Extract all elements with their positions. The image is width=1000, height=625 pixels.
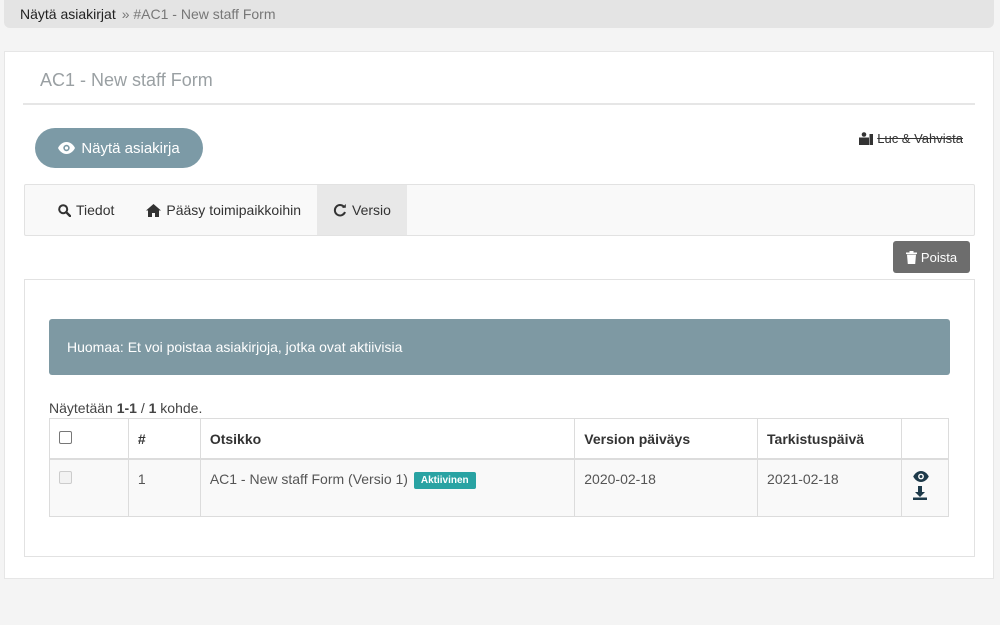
results-summary: Näytetään 1-1 / 1 kohde. [49, 400, 202, 416]
view-document-button[interactable]: Näytä asiakirja [35, 128, 203, 168]
table-row: 1 AC1 - New staff Form (Versio 1) Aktiiv… [49, 458, 950, 517]
notice-alert: Huomaa: Et voi poistaa asiakirjoja, jotk… [49, 319, 950, 375]
tab-versio-label: Versio [352, 202, 391, 218]
summary-separator: / [136, 400, 149, 416]
page-title: AC1 - New staff Form [40, 70, 213, 90]
trash-icon [905, 250, 917, 264]
tab-versio[interactable]: Versio [317, 185, 407, 235]
eye-icon [58, 142, 76, 154]
column-header-number[interactable]: # [127, 418, 201, 460]
column-header-actions [900, 418, 950, 460]
tab-tiedot[interactable]: Tiedot [25, 185, 130, 235]
breadcrumb: Näytä asiakirjat » #AC1 - New staff Form [4, 0, 994, 28]
search-icon [58, 203, 71, 217]
table-header-row: # Otsikko Version päiväys Tarkistuspäivä [49, 418, 950, 460]
row-review-date: 2021-02-18 [757, 458, 902, 517]
delete-label: Poista [920, 249, 958, 265]
column-header-version-date[interactable]: Version päiväys [574, 418, 759, 460]
tab-tiedot-label: Tiedot [76, 202, 115, 218]
refresh-icon [333, 203, 347, 217]
row-title-cell: AC1 - New staff Form (Versio 1) Aktiivin… [199, 458, 576, 517]
tab-paasy-label: Pääsy toimipaikkoihin [166, 202, 302, 218]
column-header-title[interactable]: Otsikko [199, 418, 576, 460]
row-number: 1 [127, 458, 201, 517]
row-title: AC1 - New staff Form (Versio 1) [209, 470, 408, 487]
row-select-cell [49, 458, 129, 517]
reader-icon [859, 132, 874, 145]
breadcrumb-parent-link[interactable]: Näytä asiakirjat [20, 6, 116, 22]
download-icon[interactable] [912, 485, 939, 500]
status-badge: Aktiivinen [413, 471, 476, 489]
main-panel: AC1 - New staff Form Näytä asiakirja Luc… [4, 51, 994, 579]
view-eye-icon[interactable] [913, 470, 939, 482]
summary-suffix: kohde. [156, 400, 203, 416]
column-header-review-date[interactable]: Tarkistuspäivä [757, 418, 902, 460]
row-actions-cell [900, 458, 950, 517]
summary-range: 1-1 [116, 400, 137, 416]
tab-bar: Tiedot Pääsy toimipaikkoihin Versio [24, 184, 975, 236]
summary-prefix: Näytetään [49, 400, 117, 416]
read-confirm-link[interactable]: Luc & Vahvista [859, 131, 963, 146]
view-document-label: Näytä asiakirja [81, 139, 180, 157]
title-divider [23, 103, 975, 105]
home-icon [146, 203, 162, 217]
select-all-checkbox[interactable] [59, 431, 72, 444]
row-version-date: 2020-02-18 [574, 458, 759, 517]
read-confirm-label: Luc & Vahvista [877, 131, 963, 146]
delete-button[interactable]: Poista [893, 241, 970, 273]
breadcrumb-current: » #AC1 - New staff Form [121, 6, 276, 22]
versions-table: # Otsikko Version päiväys Tarkistuspäivä… [49, 418, 950, 517]
tab-paasy-toimipaikkoihin[interactable]: Pääsy toimipaikkoihin [130, 185, 317, 235]
versions-content: Huomaa: Et voi poistaa asiakirjoja, jotk… [24, 279, 975, 557]
select-all-cell [49, 418, 129, 460]
row-checkbox[interactable] [59, 470, 72, 484]
